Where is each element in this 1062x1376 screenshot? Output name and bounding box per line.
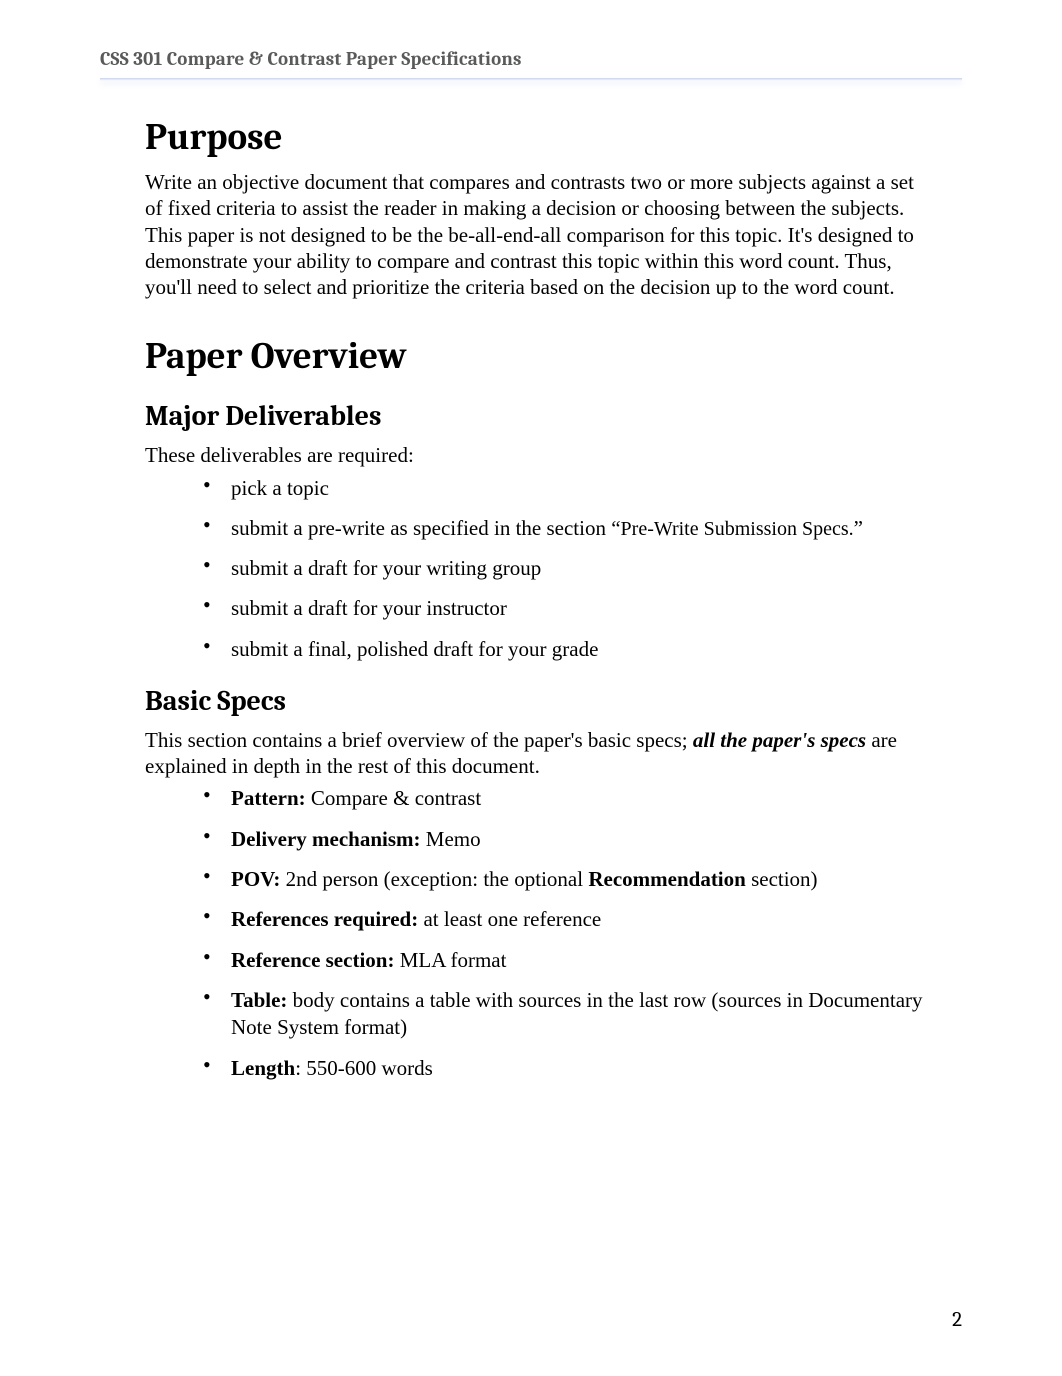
list-item: Reference section: MLA format [203,947,932,974]
list-item: POV: 2nd person (exception: the optional… [203,866,932,893]
spec-value: at least one reference [418,907,601,931]
spec-value: : 550-600 words [295,1056,433,1080]
heading-paper-overview: Paper Overview [145,336,932,378]
spec-label: POV: [231,867,280,891]
spec-label: Reference section: [231,948,394,972]
spec-value: Compare & contrast [306,786,482,810]
running-header: CSS 301 Compare & Contrast Paper Specifi… [100,48,962,70]
spec-value: MLA format [394,948,506,972]
deliverables-intro: These deliverables are required: [145,442,932,468]
list-item-ref: Pre-Write Submission Specs. [621,518,854,540]
list-item-text: submit a draft for your instructor [231,596,507,620]
list-item: submit a draft for your writing group [203,555,932,582]
list-item: Length: 550-600 words [203,1055,932,1082]
basic-specs-intro: This section contains a brief overview o… [145,727,932,780]
document-page: CSS 301 Compare & Contrast Paper Specifi… [0,0,1062,1082]
list-item: Table: body contains a table with source… [203,987,932,1042]
spec-value-bold: Recommendation [588,867,745,891]
spec-value: body contains a table with sources in th… [231,988,923,1039]
heading-purpose: Purpose [145,117,932,159]
list-item: Pattern: Compare & contrast [203,785,932,812]
list-item: submit a pre-write as specified in the s… [203,515,932,542]
intro-pre: This section contains a brief overview o… [145,728,693,752]
intro-emphasis: all the paper's specs [693,728,866,752]
spec-label: Table: [231,988,287,1012]
list-item-prefix: submit a pre-write as specified in the s… [231,516,621,540]
spec-value: Memo [421,827,481,851]
deliverables-list: pick a topic submit a pre-write as speci… [145,475,932,663]
spec-label: Length [231,1056,295,1080]
purpose-paragraph: Write an objective document that compare… [145,169,932,300]
heading-basic-specs: Basic Specs [145,685,932,717]
list-item-text: submit a draft for your writing group [231,556,541,580]
spec-label: Pattern: [231,786,306,810]
list-item: submit a final, polished draft for your … [203,636,932,663]
list-item: References required: at least one refere… [203,906,932,933]
spec-label: Delivery mechanism: [231,827,421,851]
spec-label: References required: [231,907,418,931]
list-item-suffix: ” [854,516,863,540]
spec-value-pre: 2nd person (exception: the optional [280,867,588,891]
spec-value-post: section) [746,867,818,891]
page-content: Purpose Write an objective document that… [100,81,962,1082]
heading-major-deliverables: Major Deliverables [145,400,932,432]
list-item-text: submit a final, polished draft for your … [231,637,598,661]
list-item: Delivery mechanism: Memo [203,826,932,853]
page-number: 2 [952,1308,962,1332]
list-item-text: pick a topic [231,476,329,500]
list-item: pick a topic [203,475,932,502]
basic-specs-list: Pattern: Compare & contrast Delivery mec… [145,785,932,1081]
list-item: submit a draft for your instructor [203,595,932,622]
